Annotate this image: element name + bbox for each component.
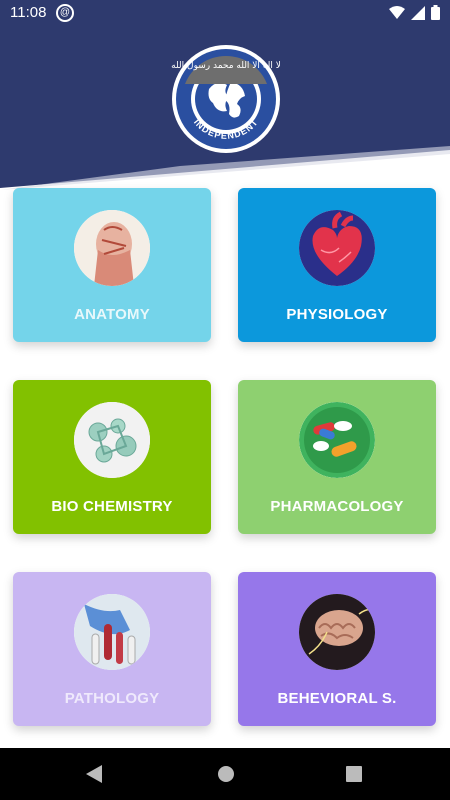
molecule-icon	[74, 402, 150, 478]
card-label: PHARMACOLOGY	[270, 498, 404, 515]
card-label: PATHOLOGY	[64, 690, 160, 707]
card-label: PHYSIOLOGY	[286, 306, 388, 323]
system-nav-bar	[0, 748, 450, 800]
battery-icon	[431, 5, 440, 20]
status-bar: 11:08 @	[0, 0, 450, 26]
card-label: BEHEVIORAL S.	[277, 690, 397, 707]
card-label: BIO CHEMISTRY	[51, 498, 173, 515]
wifi-icon	[389, 5, 405, 19]
card-behavioral-science[interactable]: BEHEVIORAL S.	[238, 572, 436, 726]
signal-icon	[411, 5, 425, 20]
notification-icon: @	[56, 4, 74, 22]
back-icon[interactable]	[86, 765, 102, 783]
pills-icon	[299, 402, 375, 478]
card-pharmacology[interactable]: PHARMACOLOGY	[238, 380, 436, 534]
recents-icon[interactable]	[346, 766, 362, 782]
card-pathology[interactable]: PATHOLOGY	[13, 572, 211, 726]
heart-icon	[299, 210, 375, 286]
card-label: ANATOMY	[74, 306, 150, 323]
card-bio-chemistry[interactable]: BIO CHEMISTRY	[13, 380, 211, 534]
home-icon[interactable]	[217, 765, 235, 783]
card-anatomy[interactable]: ANATOMY	[13, 188, 211, 342]
lab-tubes-icon	[74, 594, 150, 670]
app-logo: لا اله الا الله محمد رسول الله INDEPENDE…	[171, 44, 281, 154]
card-physiology[interactable]: PHYSIOLOGY	[238, 188, 436, 342]
brain-icon	[299, 594, 375, 670]
anatomy-icon	[74, 210, 150, 286]
logo-arabic-text: لا اله الا الله محمد رسول الله	[171, 61, 281, 71]
status-time: 11:08	[10, 4, 47, 21]
